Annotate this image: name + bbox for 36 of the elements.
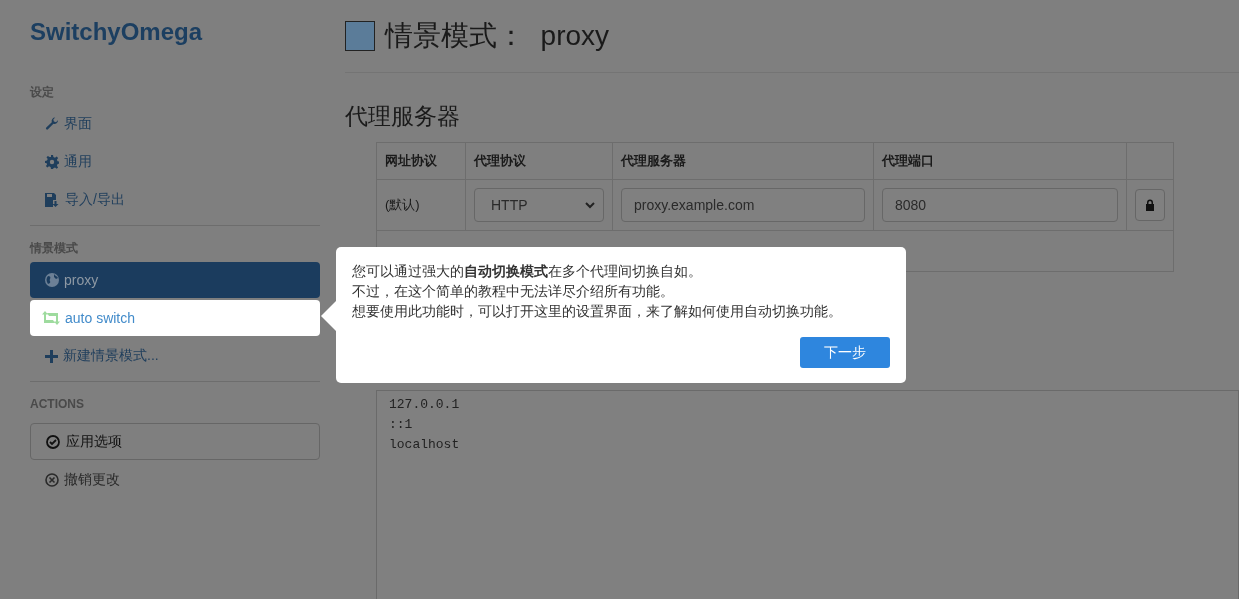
popover-text: 想要使用此功能时，可以打开这里的设置界面，来了解如何使用自动切换功能。 <box>352 302 843 321</box>
popover-text: 您可以通过强大的自动切换模式在多个代理间切换自如。 <box>352 262 703 281</box>
floppy-icon <box>45 193 60 207</box>
profile-color-icon <box>345 21 375 51</box>
sidebar-item[interactable]: 界面 <box>30 106 320 142</box>
protocol-select[interactable]: HTTP <box>474 188 604 222</box>
port-field[interactable]: 8080 <box>882 188 1118 222</box>
column-header: 代理服务器 <box>612 142 874 180</box>
app-title: SwitchyOmega <box>30 18 203 46</box>
cancel-circle-icon <box>45 473 59 487</box>
globe-icon <box>45 273 59 287</box>
section-title: 代理服务器 <box>345 102 460 131</box>
server-field[interactable]: proxy.example.com <box>621 188 865 222</box>
plus-icon <box>45 349 58 363</box>
column-header: 代理端口 <box>873 142 1127 180</box>
lock-icon <box>1145 199 1155 211</box>
sidebar-item[interactable]: 导入/导出 <box>30 182 320 218</box>
chevron-down-icon <box>585 201 595 209</box>
gear-icon <box>45 155 59 169</box>
popover-text: 不过，在这个简单的教程中无法详尽介绍所有功能。 <box>352 282 675 301</box>
sidebar-item[interactable]: auto switch <box>30 300 320 336</box>
lock-button[interactable] <box>1135 189 1165 221</box>
table-cell: (默认) <box>376 179 466 231</box>
apply-button[interactable]: 应用选项 <box>30 423 320 460</box>
column-header: 网址协议 <box>376 142 466 180</box>
check-circle-icon <box>46 434 60 449</box>
discard-link[interactable]: 撤销更改 <box>30 462 320 498</box>
sidebar-item[interactable]: proxy <box>30 262 320 298</box>
retweet-icon <box>42 311 60 325</box>
column-header: 代理协议 <box>465 142 613 180</box>
sidebar-item[interactable]: 通用 <box>30 144 320 180</box>
sidebar-item[interactable]: 新建情景模式... <box>30 338 320 374</box>
page-title: 情景模式： proxy <box>385 19 610 53</box>
wrench-icon <box>45 117 59 131</box>
next-button[interactable]: 下一步 <box>800 337 890 368</box>
bypass-list-field[interactable]: 127.0.0.1 ::1 localhost <box>376 390 1239 599</box>
